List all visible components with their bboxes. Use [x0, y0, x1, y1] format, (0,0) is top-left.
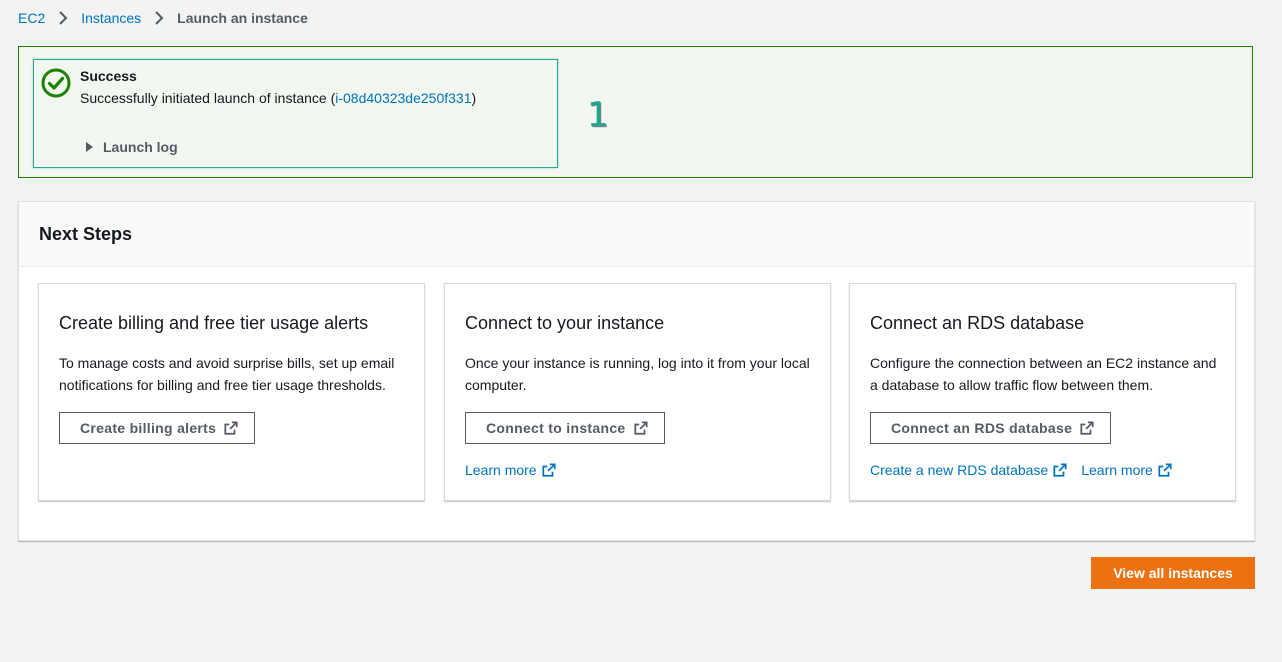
- success-alert: Success Successfully initiated launch of…: [33, 59, 558, 168]
- launch-log-label: Launch log: [103, 139, 178, 155]
- button-label: Connect an RDS database: [891, 420, 1073, 436]
- button-label: Create billing alerts: [80, 420, 217, 436]
- success-title: Success: [80, 68, 137, 84]
- card-description: Configure the connection between an EC2 …: [870, 355, 1217, 393]
- card-title: Create billing and free tier usage alert…: [59, 313, 369, 333]
- learn-more-link[interactable]: Learn more: [1081, 462, 1172, 478]
- card-links: Learn more: [465, 462, 570, 478]
- learn-more-link[interactable]: Learn more: [465, 462, 556, 478]
- caret-right-icon: [86, 142, 93, 152]
- breadcrumb-instances-link[interactable]: Instances: [81, 10, 141, 26]
- card-links: Create a new RDS database Learn more: [870, 462, 1186, 478]
- check-circle-icon: [41, 68, 71, 98]
- card-billing-alerts: Create billing and free tier usage alert…: [38, 283, 425, 501]
- breadcrumb: EC2 Instances Launch an instance: [18, 10, 308, 26]
- breadcrumb-ec2-link[interactable]: EC2: [18, 10, 45, 26]
- card-connect-instance: Connect to your instance Once your insta…: [444, 283, 831, 501]
- external-link-icon: [1053, 463, 1067, 477]
- card-description: To manage costs and avoid surprise bills…: [59, 355, 395, 393]
- step-number-annotation: 1: [587, 95, 609, 135]
- create-billing-alerts-button[interactable]: Create billing alerts: [59, 412, 256, 444]
- chevron-right-icon: [155, 11, 164, 25]
- link-label: Learn more: [465, 462, 537, 478]
- next-steps-panel: Next Steps Create billing and free tier …: [18, 201, 1255, 541]
- connect-rds-database-button[interactable]: Connect an RDS database: [870, 412, 1112, 444]
- connect-to-instance-button[interactable]: Connect to instance: [465, 412, 665, 444]
- success-message-prefix: Successfully initiated launch of instanc…: [80, 90, 336, 106]
- next-steps-title: Next Steps: [39, 223, 133, 244]
- external-link-icon: [1080, 421, 1094, 435]
- external-link-icon: [1158, 463, 1172, 477]
- success-alert-container: Success Successfully initiated launch of…: [18, 46, 1253, 178]
- instance-id-link[interactable]: i-08d40323de250f331: [335, 90, 471, 106]
- breadcrumb-current: Launch an instance: [177, 10, 308, 26]
- card-connect-rds: Connect an RDS database Configure the co…: [849, 283, 1236, 501]
- card-title: Connect to your instance: [465, 313, 665, 333]
- card-title: Connect an RDS database: [870, 313, 1085, 333]
- success-message: Successfully initiated launch of instanc…: [80, 90, 476, 106]
- create-rds-database-link[interactable]: Create a new RDS database: [870, 462, 1067, 478]
- view-all-instances-button[interactable]: View all instances: [1091, 557, 1255, 589]
- external-link-icon: [542, 463, 556, 477]
- external-link-icon: [633, 421, 648, 435]
- link-label: Create a new RDS database: [870, 462, 1049, 478]
- button-label: Connect to instance: [486, 420, 626, 436]
- next-steps-header: Next Steps: [19, 202, 1254, 267]
- success-message-suffix: ): [471, 90, 477, 106]
- link-label: Learn more: [1081, 462, 1153, 478]
- external-link-icon: [224, 421, 238, 435]
- launch-log-toggle[interactable]: Launch log: [86, 139, 178, 155]
- card-description: Once your instance is running, log into …: [465, 355, 810, 393]
- chevron-right-icon: [59, 11, 68, 25]
